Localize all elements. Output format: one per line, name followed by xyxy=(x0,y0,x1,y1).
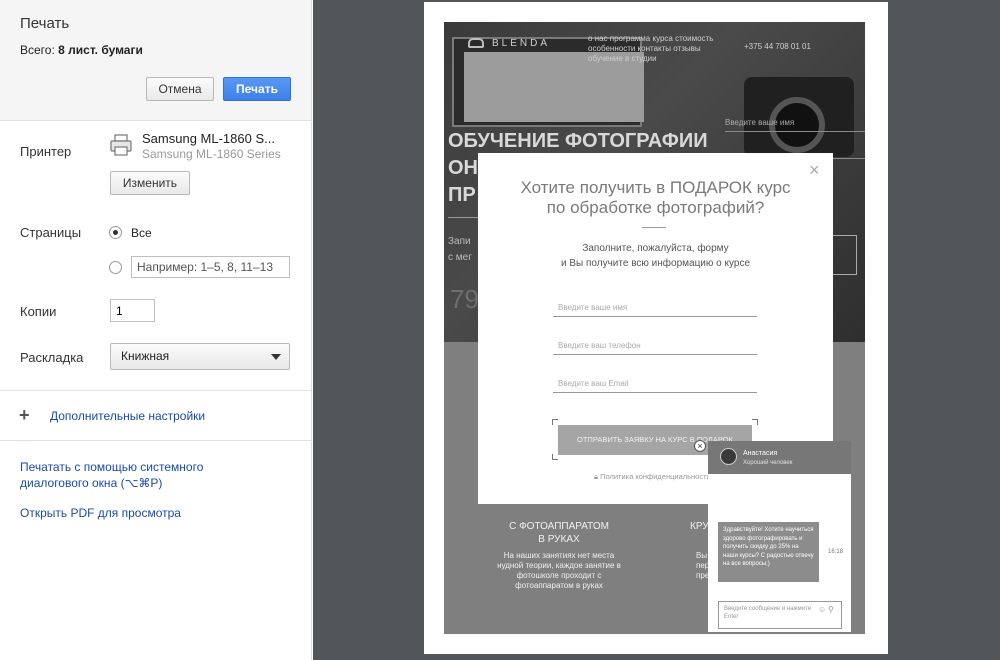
emoji-icon[interactable]: ☺ xyxy=(818,605,826,614)
copies-label: Копии xyxy=(20,304,57,319)
print-header: Печать Всего: 8 лист. бумаги Отмена Печа… xyxy=(0,0,311,121)
nav-row-3: обучение в студии xyxy=(588,54,657,63)
site-phone: +375 44 708 01 01 xyxy=(744,42,811,51)
hero-text-line2: с мег xyxy=(448,252,472,263)
chat-agent-role: Хороший человек xyxy=(743,460,793,466)
feature-title-2: КРУ xyxy=(690,521,709,532)
feature-title-line1: С ФОТОАППАРАТОМ xyxy=(509,521,609,532)
close-icon[interactable]: × xyxy=(809,161,820,179)
pages-range-input[interactable] xyxy=(131,256,290,278)
hero-title-line1: ОБУЧЕНИЕ ФОТОГРАФИИ xyxy=(448,130,708,152)
total-value: 8 лист. бумаги xyxy=(58,43,143,57)
modal-subtitle: Заполните, пожалуйста, форму и Вы получи… xyxy=(478,241,833,271)
printer-model: Samsung ML-1860 Series xyxy=(142,147,281,161)
feature-text: На наших занятиях нет места нудной теори… xyxy=(494,551,624,591)
chat-close-icon[interactable]: × xyxy=(694,440,706,452)
chat-message: Здравствуйте! Хотите научиться здорово ф… xyxy=(718,522,819,582)
hero-divider xyxy=(448,217,478,218)
hero-text-line1: Запи xyxy=(448,236,471,247)
modal-email-field[interactable]: Введите ваш Email xyxy=(553,379,757,393)
hero-number: 79 xyxy=(450,284,479,314)
open-pdf-link[interactable]: Открыть PDF для просмотра xyxy=(20,505,181,521)
layout-select[interactable]: Книжная xyxy=(110,343,290,370)
privacy-policy-label: Политика конфиденциальности xyxy=(600,472,711,481)
printer-icon xyxy=(110,134,132,156)
site-logo: BLENDA xyxy=(492,38,551,49)
printer-name: Samsung ML-1860 S... xyxy=(142,131,275,146)
change-printer-button[interactable]: Изменить xyxy=(110,171,190,195)
chevron-down-icon xyxy=(271,354,281,360)
feature-title-line2: В РУКАХ xyxy=(538,534,580,545)
system-dialog-line1: Печатать с помощью системного xyxy=(20,460,204,474)
avatar xyxy=(720,448,737,465)
divider xyxy=(0,390,311,391)
modal-title: Хотите получить в ПОДАРОК курс по обрабо… xyxy=(478,178,833,218)
printer-label: Принтер xyxy=(20,144,72,159)
print-button[interactable]: Печать xyxy=(223,77,291,101)
system-dialog-link[interactable]: Печатать с помощью системного диалоговог… xyxy=(20,459,203,491)
attach-icon[interactable]: ⚲ xyxy=(828,605,834,614)
feature-title: С ФОТОАППАРАТОМ В РУКАХ xyxy=(494,520,624,546)
modal-subtitle-line1: Заполните, пожалуйста, форму xyxy=(582,243,729,254)
total-label: Всего: xyxy=(20,43,59,57)
system-dialog-line2: диалогового окна (⌥⌘P) xyxy=(20,476,163,490)
chat-time: 16:18 xyxy=(828,549,844,555)
pages-label: Страницы xyxy=(20,225,82,240)
print-settings-panel: Печать Всего: 8 лист. бумаги Отмена Печа… xyxy=(0,0,312,660)
copies-input[interactable] xyxy=(110,299,155,322)
modal-name-field[interactable]: Введите ваше имя xyxy=(553,303,757,317)
feature-text-line1: На наших занятиях нет места xyxy=(503,551,615,560)
corner-mark xyxy=(752,419,758,425)
logo-icon xyxy=(468,38,484,48)
feature-text-line3: фотошколе проходит с xyxy=(516,571,602,580)
hero-name-field: Введите ваше имя xyxy=(725,118,865,132)
modal-subtitle-line2: и Вы получите всю информацию о курсе xyxy=(561,258,750,269)
layout-label: Раскладка xyxy=(20,350,84,365)
more-settings-link[interactable]: Дополнительные настройки xyxy=(50,408,205,424)
camera-image xyxy=(744,77,854,157)
pages-custom-radio[interactable] xyxy=(109,261,122,274)
cancel-button[interactable]: Отмена xyxy=(146,77,214,101)
plus-icon[interactable]: + xyxy=(19,406,30,424)
pages-all-label: Все xyxy=(131,226,152,240)
modal-divider xyxy=(642,227,666,228)
modal-phone-field[interactable]: Введите ваш телефон xyxy=(553,341,757,355)
divider xyxy=(0,440,311,441)
total-sheets: Всего: 8 лист. бумаги xyxy=(20,43,143,57)
chat-agent-name: Анастасия xyxy=(743,450,778,457)
pages-all-radio[interactable] xyxy=(109,226,122,239)
feature-text-line4: фотоаппаратом в руках xyxy=(515,581,603,590)
nav-row-1: о нас программа курса стоимость xyxy=(588,34,714,43)
hero-text: Запи с мег xyxy=(448,234,472,266)
print-title: Печать xyxy=(20,15,70,32)
modal-title-line2: по обработке фотографий? xyxy=(546,198,765,217)
layout-value: Книжная xyxy=(121,349,170,363)
nav-row-2: особенности контакты отзывы xyxy=(588,44,701,53)
site-nav: о нас программа курса стоимость особенно… xyxy=(588,34,713,64)
privacy-policy-link[interactable]: 🔒︎ Политика конфиденциальности xyxy=(594,472,711,482)
feature-text-line2: нудной теории, каждое занятие в xyxy=(497,561,621,570)
modal-title-line1: Хотите получить в ПОДАРОК курс xyxy=(520,178,791,197)
